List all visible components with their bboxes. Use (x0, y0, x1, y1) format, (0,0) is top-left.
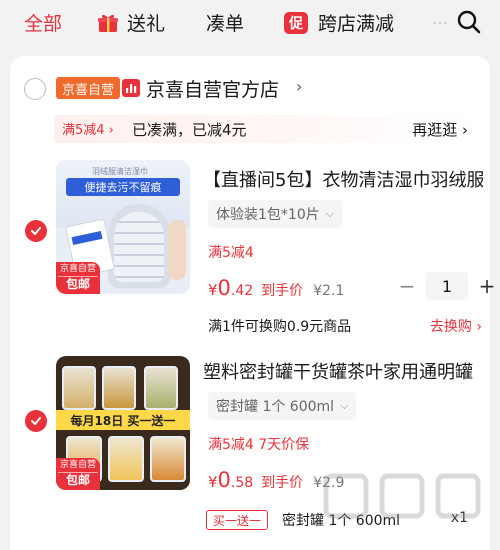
decrease-button[interactable]: − (396, 274, 418, 298)
exchange-link[interactable]: 去换购 › (430, 316, 482, 336)
product-image-headline: 便捷去污不留痕 (66, 178, 180, 196)
chevron-down-icon: ⌵ (340, 399, 349, 412)
store-header[interactable]: 京喜自营 京喜自营官方店 › (10, 70, 490, 108)
tab-all[interactable]: 全部 (24, 9, 62, 36)
promo-label: 满5减4 7天价保 (208, 437, 310, 453)
promo-row: 满5减4 › 已凑满，已减4元 再逛逛 › (54, 115, 472, 143)
price-integer: 0 (217, 468, 231, 492)
store-badge: 京喜自营 (56, 77, 121, 99)
check-icon (31, 417, 41, 425)
currency-symbol: ¥ (208, 281, 218, 299)
product-image-caption: 羽绒服清洁湿巾 (92, 167, 148, 176)
check-icon (31, 227, 41, 235)
gift-icon (97, 12, 119, 34)
search-icon (457, 10, 481, 34)
product-title[interactable]: 【直播间5包】衣物清洁湿巾羽绒服 (203, 166, 483, 192)
price-label: 到手价 (261, 475, 304, 491)
tab-couqi-label: 凑单 (206, 13, 245, 35)
price-decimal: .58 (230, 475, 254, 491)
spec-label: 密封罐 1个 600ml (216, 399, 335, 415)
tab-couqi[interactable]: 凑单 (206, 9, 244, 36)
price-label: 到手价 (261, 283, 304, 299)
tab-more[interactable]: … (432, 9, 448, 28)
tab-cross-store-label: 跨店满减 (318, 13, 395, 35)
promo-label: 满5减4 (208, 245, 254, 261)
quantity-stepper: − 1 + (396, 272, 498, 300)
item-select-checkbox[interactable] (25, 220, 47, 242)
watermark (302, 468, 498, 550)
store-chart-icon (122, 79, 140, 97)
store-name[interactable]: 京喜自营官方店 (146, 75, 279, 102)
tab-gift-label: 送礼 (127, 13, 166, 35)
tab-more-label: … (432, 9, 448, 28)
filter-bar: 全部 送礼 凑单 促 跨店满减 … (0, 0, 500, 44)
promo-badge-icon: 促 (284, 11, 308, 34)
product-image-banner: 每月18日 买一送一 (56, 410, 190, 430)
tab-gift[interactable]: 送礼 (97, 9, 165, 36)
spec-selector[interactable]: 密封罐 1个 600ml ⌵ (208, 392, 357, 420)
cart-item: 羽绒服清洁湿巾 便捷去污不留痕 京喜自营 包邮 【直播间5包】衣物清洁湿巾羽绒服… (10, 160, 495, 335)
price-decimal: .42 (230, 283, 254, 299)
price-integer: 0 (217, 276, 231, 300)
tab-cross-store[interactable]: 促 跨店满减 (284, 9, 394, 36)
quantity-value[interactable]: 1 (426, 272, 468, 300)
product-badge: 京喜自营 包邮 (56, 458, 100, 490)
original-price: ¥2.1 (313, 283, 345, 299)
gift-tag: 买一送一 (206, 510, 269, 530)
chevron-right-icon[interactable]: › (296, 77, 302, 96)
product-title[interactable]: 塑料密封罐干货罐茶叶家用通明罐 (203, 358, 483, 384)
promo-tag[interactable]: 满5减4 › (62, 119, 114, 138)
tab-all-label: 全部 (24, 13, 63, 35)
product-image[interactable]: 羽绒服清洁湿巾 便捷去污不留痕 京喜自营 包邮 (56, 160, 190, 294)
spec-label: 体验装1包*10片 (216, 207, 320, 223)
exchange-info: 满1件可换购0.9元商品 (208, 319, 352, 335)
browse-more-link[interactable]: 再逛逛 › (412, 119, 468, 140)
item-select-checkbox[interactable] (25, 410, 47, 432)
product-image[interactable]: 每月18日 买一送一 京喜自营 包邮 (56, 356, 190, 490)
chevron-down-icon: ⌵ (325, 207, 335, 220)
store-select-checkbox[interactable] (24, 78, 46, 100)
spec-selector[interactable]: 体验装1包*10片 ⌵ (208, 200, 343, 228)
product-badge: 京喜自营 包邮 (56, 262, 100, 294)
increase-button[interactable]: + (476, 274, 498, 298)
promo-status: 已凑满，已减4元 (132, 121, 247, 139)
currency-symbol: ¥ (208, 473, 218, 491)
price-row: ¥ 0 .42 到手价 ¥2.1 (208, 276, 344, 300)
search-button[interactable] (454, 7, 484, 37)
